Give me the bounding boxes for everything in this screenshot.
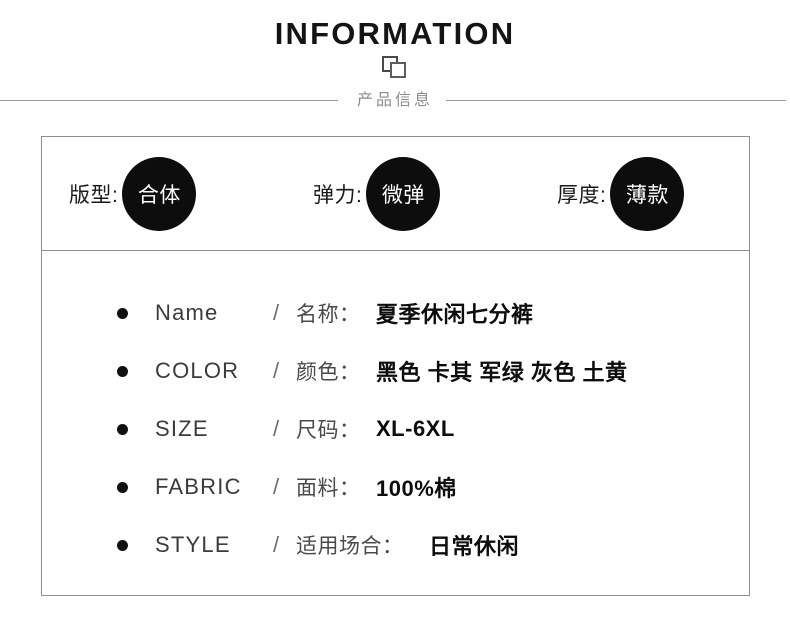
badge-label-fit: 版型:: [69, 183, 119, 207]
spec-label-en: FABRIC: [155, 474, 242, 499]
ornament-square-front: [390, 62, 406, 78]
spec-separator: /: [273, 416, 280, 441]
information-header: INFORMATION 产品信息: [0, 0, 790, 125]
spec-value: 黑色 卡其 军绿 灰色 土黄: [376, 360, 628, 385]
spec-row: COLOR / 颜色： 黑色 卡其 军绿 灰色 土黄: [41, 342, 750, 400]
page-title: INFORMATION: [274, 16, 516, 51]
bullet-icon: [117, 539, 128, 551]
spec-list: Name / 名称： 夏季休闲七分裤 COLOR / 颜色： 黑色 卡其 军绿 …: [41, 251, 750, 596]
spec-label-cn: 颜色：: [296, 361, 361, 384]
badge-group-fit: 版型: 合体: [69, 136, 197, 251]
spec-separator: /: [273, 358, 280, 383]
attribute-badges: 版型: 合体 弹力: 微弹 厚度: 薄款: [41, 136, 750, 251]
spec-row: FABRIC / 面料： 100%棉: [41, 458, 750, 516]
bullet-icon: [117, 307, 128, 319]
page-subtitle: 产品信息: [356, 92, 433, 109]
badge-value-thickness: 薄款: [610, 156, 685, 231]
spec-value: 夏季休闲七分裤: [376, 302, 534, 327]
spec-row: SIZE / 尺码： XL-6XL: [41, 400, 750, 458]
spec-label-cn: 尺码：: [296, 419, 361, 442]
spec-row: Name / 名称： 夏季休闲七分裤: [41, 284, 750, 342]
spec-label-cn: 面料：: [296, 477, 361, 500]
double-square-icon: [382, 56, 408, 80]
badge-label-thickness: 厚度:: [557, 183, 607, 207]
badge-label-elasticity: 弹力:: [313, 183, 363, 207]
spec-label-en: Name: [155, 300, 219, 325]
spec-label-en: COLOR: [155, 358, 240, 383]
spec-separator: /: [273, 532, 280, 557]
badge-group-thickness: 厚度: 薄款: [557, 136, 685, 251]
spec-label-en: STYLE: [155, 532, 231, 557]
spec-value: 日常休闲: [429, 534, 520, 559]
spec-label-en: SIZE: [155, 416, 209, 441]
bullet-icon: [117, 365, 128, 377]
bullet-icon: [117, 481, 128, 493]
spec-separator: /: [273, 474, 280, 499]
spec-label-cn: 名称：: [296, 303, 361, 326]
spec-separator: /: [273, 300, 280, 325]
spec-row: STYLE / 适用场合： 日常休闲: [41, 516, 750, 574]
badge-value-fit: 合体: [122, 156, 197, 231]
spec-value: XL-6XL: [376, 416, 455, 441]
subtitle-row: 产品信息: [0, 88, 790, 114]
badge-group-elasticity: 弹力: 微弹: [313, 136, 441, 251]
badge-value-elasticity: 微弹: [366, 156, 441, 231]
spec-label-cn: 适用场合：: [296, 535, 404, 558]
bullet-icon: [117, 423, 128, 435]
spec-value: 100%棉: [376, 476, 457, 501]
